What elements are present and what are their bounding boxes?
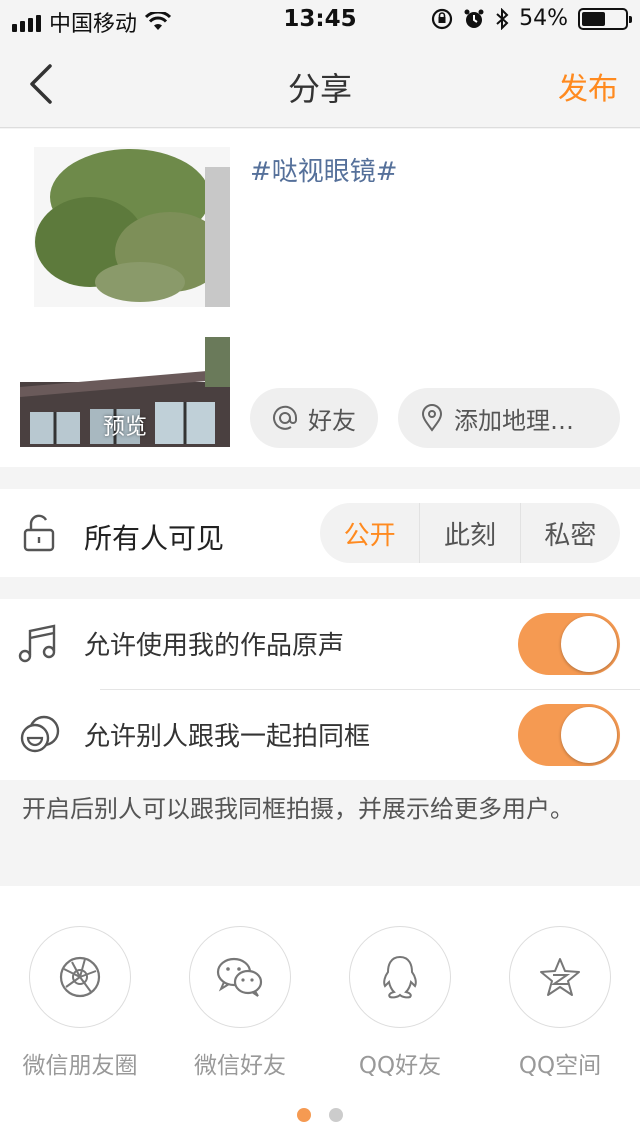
friends-label: 好友 (308, 406, 356, 435)
unlock-icon (23, 514, 55, 552)
toggle-label-duet: 允许别人跟我一起拍同框 (84, 722, 371, 752)
caption-text[interactable]: #哒视眼镜# (250, 151, 398, 188)
visibility-label: 所有人可见 (84, 522, 225, 555)
visibility-segmented-control: 公开 此刻 私密 (320, 503, 620, 563)
battery-percent: 54% (519, 6, 568, 31)
share-wechat-moments[interactable]: 微信朋友圈 (0, 926, 160, 1080)
mention-friends-button[interactable]: 好友 (250, 388, 378, 448)
toggle-row-original-sound: 允许使用我的作品原声 (0, 599, 640, 690)
battery-icon (578, 7, 632, 30)
share-circle (349, 926, 451, 1028)
share-qq-friends[interactable]: QQ好友 (320, 926, 480, 1080)
page-dot[interactable] (297, 1108, 311, 1122)
qzone-star-icon (540, 958, 580, 996)
duet-toggle[interactable] (518, 704, 620, 766)
visibility-option-public[interactable]: 公开 (320, 503, 419, 563)
bluetooth-icon (496, 7, 509, 30)
page-dot[interactable] (329, 1108, 343, 1122)
share-label: 微信好友 (194, 1053, 286, 1079)
visibility-option-private[interactable]: 私密 (519, 503, 620, 563)
compose-panel: 预览 #哒视眼镜# 好友 添加地理… (0, 129, 640, 467)
share-circle (189, 926, 291, 1028)
alarm-icon (464, 9, 484, 28)
toggle-label-original-sound: 允许使用我的作品原声 (84, 631, 345, 661)
publish-button[interactable]: 发布 (558, 64, 618, 108)
share-label: QQ好友 (358, 1053, 442, 1079)
share-qzone[interactable]: QQ空间 (480, 926, 640, 1080)
status-bar: 中国移动 13:45 54% (0, 0, 640, 40)
toggle-row-duet: 允许别人跟我一起拍同框 (0, 690, 640, 780)
qq-icon (383, 955, 417, 999)
share-label: 微信朋友圈 (22, 1053, 138, 1079)
add-location-button[interactable]: 添加地理… (398, 388, 620, 448)
rotation-lock-icon (431, 8, 453, 29)
visibility-row: 所有人可见 公开 此刻 私密 (0, 489, 640, 577)
share-circle (29, 926, 131, 1028)
music-note-icon (18, 624, 56, 663)
nav-bar: 分享 发布 (0, 40, 640, 128)
at-icon (273, 405, 298, 430)
battery-level (582, 11, 605, 26)
location-label: 添加地理… (454, 406, 574, 435)
wechat-icon (216, 957, 263, 997)
status-right: 54% (431, 6, 632, 31)
location-pin-icon (421, 404, 443, 432)
visibility-option-moment[interactable]: 此刻 (419, 503, 519, 563)
share-wechat-friends[interactable]: 微信好友 (160, 926, 320, 1080)
duet-hint-text: 开启后别人可以跟我同框拍摄，并展示给更多用户。 (0, 780, 640, 886)
video-thumbnail[interactable]: 预览 (20, 147, 230, 447)
duet-icon (20, 715, 60, 753)
page-title: 分享 (287, 70, 352, 108)
thumbnail-image (20, 147, 230, 447)
share-panel: 微信朋友圈 微信好友 QQ好友 QQ空间 (0, 886, 640, 1136)
share-circle (509, 926, 611, 1028)
permission-toggles: 允许使用我的作品原声 允许别人跟我一起拍同框 (0, 599, 640, 780)
original-sound-toggle[interactable] (518, 613, 620, 675)
page-indicator (0, 1108, 640, 1122)
preview-label: 预览 (102, 415, 147, 440)
share-label: QQ空间 (518, 1053, 602, 1079)
aperture-icon (59, 956, 101, 998)
